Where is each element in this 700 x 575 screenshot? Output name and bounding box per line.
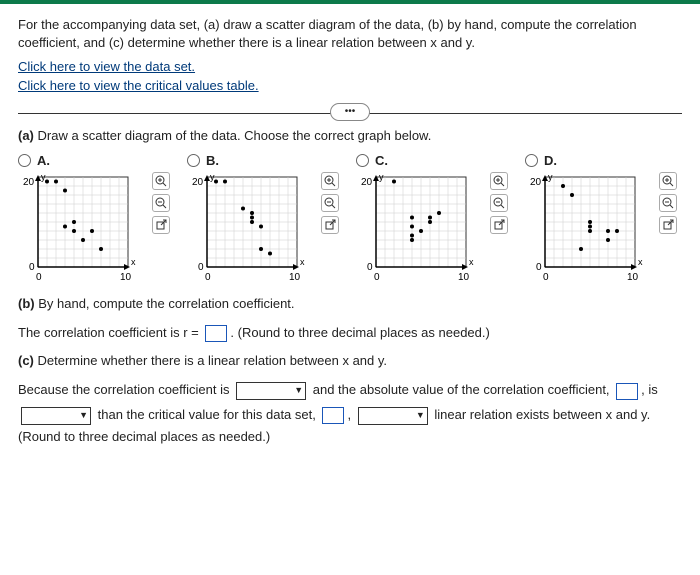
chevron-down-icon: ▼	[79, 407, 88, 424]
graph-c: y x 20 0 0 10	[356, 172, 506, 282]
svg-text:x: x	[131, 257, 136, 267]
part-b-prefix: The correlation coefficient is r =	[18, 325, 199, 340]
zoom-in-icon[interactable]	[321, 172, 339, 190]
zoom-in-icon[interactable]	[659, 172, 677, 190]
zoom-out-icon[interactable]	[659, 194, 677, 212]
svg-text:10: 10	[289, 272, 301, 282]
svg-text:10: 10	[458, 272, 470, 282]
radio-c[interactable]	[356, 154, 369, 167]
graph-a: y x 20 0 0 10	[18, 172, 168, 282]
option-b: B.	[187, 153, 344, 282]
svg-text:10: 10	[627, 272, 639, 282]
svg-text:y: y	[379, 172, 384, 182]
part-a-label: (a)	[18, 128, 34, 143]
scatter-plot-a: y x 20 0 0 10	[18, 172, 143, 282]
option-a: A.	[18, 153, 175, 282]
svg-text:y: y	[548, 172, 553, 182]
part-b-label: (b)	[18, 296, 35, 311]
option-d: D.	[525, 153, 682, 282]
r-value-input[interactable]	[205, 325, 227, 342]
part-c-round-hint: (Round to three decimal places as needed…	[18, 428, 682, 446]
svg-text:10: 10	[120, 272, 132, 282]
radio-a[interactable]	[18, 154, 31, 167]
part-c-label: (c)	[18, 353, 34, 368]
zoom-out-icon[interactable]	[321, 194, 339, 212]
zoom-in-icon[interactable]	[490, 172, 508, 190]
question-content: For the accompanying data set, (a) draw …	[0, 4, 700, 458]
option-c-label: C.	[375, 153, 388, 168]
svg-text:x: x	[638, 257, 643, 267]
dropdown-compare[interactable]: ▼	[21, 407, 91, 425]
svg-text:0: 0	[29, 262, 35, 273]
link-view-critical-values[interactable]: Click here to view the critical values t…	[18, 77, 682, 95]
part-c-seg6: linear relation exists between x and y.	[434, 407, 650, 422]
radio-b[interactable]	[187, 154, 200, 167]
svg-text:0: 0	[374, 272, 380, 282]
popout-icon[interactable]	[152, 216, 170, 234]
svg-text:20: 20	[361, 177, 373, 188]
part-c-seg2: and the absolute value of the correlatio…	[313, 382, 610, 397]
part-b: (b) By hand, compute the correlation coe…	[18, 296, 682, 311]
dropdown-sign[interactable]: ▼	[236, 382, 306, 400]
svg-text:x: x	[469, 257, 474, 267]
part-c-seg1: Because the correlation coefficient is	[18, 382, 230, 397]
svg-text:x: x	[300, 257, 305, 267]
chevron-down-icon: ▼	[416, 407, 425, 424]
part-b-round-hint: (Round to three decimal places as needed…	[238, 325, 490, 340]
part-c-seg4: than the critical value for this data se…	[98, 407, 316, 422]
svg-text:0: 0	[36, 272, 42, 282]
svg-text:0: 0	[205, 272, 211, 282]
svg-text:20: 20	[192, 177, 204, 188]
critical-value-input[interactable]	[322, 407, 344, 424]
part-b-line: The correlation coefficient is r = . (Ro…	[18, 321, 682, 346]
svg-text:0: 0	[543, 272, 549, 282]
more-button[interactable]: •••	[330, 103, 370, 121]
zoom-out-icon[interactable]	[152, 194, 170, 212]
zoom-in-icon[interactable]	[152, 172, 170, 190]
svg-text:20: 20	[530, 177, 542, 188]
option-c: C.	[356, 153, 513, 282]
graph-b: y x 20 0 0 10	[187, 172, 337, 282]
part-b-text: By hand, compute the correlation coeffic…	[38, 296, 294, 311]
popout-icon[interactable]	[321, 216, 339, 234]
link-view-dataset[interactable]: Click here to view the data set.	[18, 58, 682, 76]
dropdown-relation[interactable]: ▼	[358, 407, 428, 425]
svg-text:0: 0	[367, 262, 373, 273]
popout-icon[interactable]	[490, 216, 508, 234]
question-prompt: For the accompanying data set, (a) draw …	[18, 16, 682, 52]
abs-r-input[interactable]	[616, 383, 638, 400]
popout-icon[interactable]	[659, 216, 677, 234]
svg-text:y: y	[41, 172, 46, 182]
scatter-plot-d: y x 20 0 0 10	[525, 172, 650, 282]
zoom-out-icon[interactable]	[490, 194, 508, 212]
svg-text:20: 20	[23, 177, 35, 188]
part-c-seg5: ,	[347, 407, 351, 422]
part-c: (c) Determine whether there is a linear …	[18, 353, 682, 368]
svg-text:0: 0	[198, 262, 204, 273]
option-a-label: A.	[37, 153, 50, 168]
part-c-text: Determine whether there is a linear rela…	[38, 353, 388, 368]
graph-options-row: A.	[18, 153, 682, 282]
radio-d[interactable]	[525, 154, 538, 167]
scatter-plot-c: y x 20 0 0 10	[356, 172, 481, 282]
part-c-sentence: Because the correlation coefficient is ▼…	[18, 378, 682, 427]
ellipsis-icon: •••	[345, 106, 356, 117]
option-d-label: D.	[544, 153, 557, 168]
chevron-down-icon: ▼	[294, 382, 303, 399]
svg-text:0: 0	[536, 262, 542, 273]
part-a-text: Draw a scatter diagram of the data. Choo…	[38, 128, 432, 143]
part-c-seg3: , is	[641, 382, 658, 397]
part-a: (a) Draw a scatter diagram of the data. …	[18, 128, 682, 143]
option-b-label: B.	[206, 153, 219, 168]
scatter-plot-b: y x 20 0 0 10	[187, 172, 312, 282]
graph-d: y x 20 0 0 10	[525, 172, 675, 282]
svg-text:y: y	[210, 172, 215, 182]
